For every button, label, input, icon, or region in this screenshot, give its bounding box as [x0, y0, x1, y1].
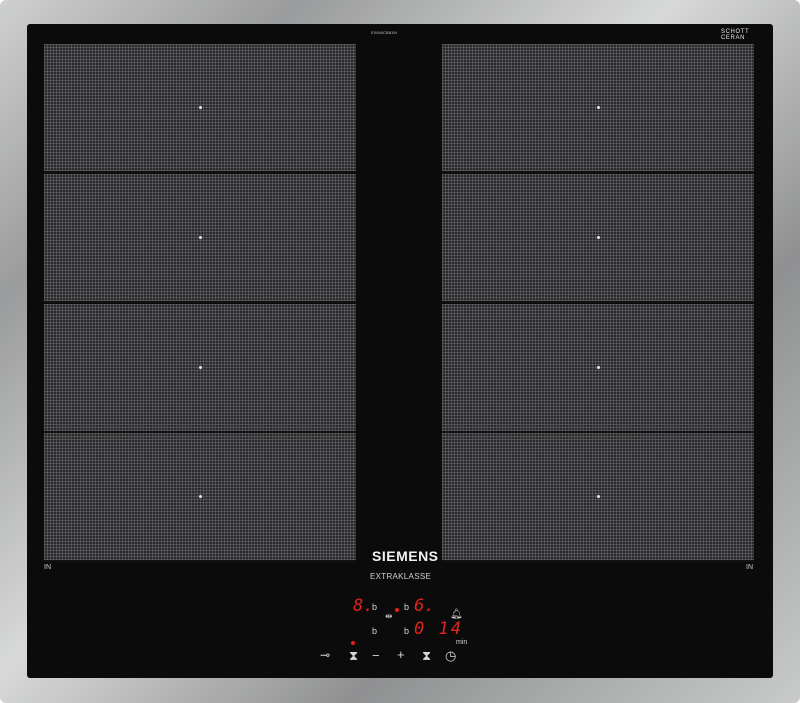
plus-button[interactable]: +: [397, 648, 405, 661]
cooking-zone-left-3[interactable]: [44, 304, 356, 433]
right-power-display: 6.: [414, 596, 435, 616]
cooking-zone-right-1[interactable]: [442, 44, 754, 173]
cooking-zone-right-3[interactable]: [442, 304, 754, 433]
booster-indicator-left-bottom: b: [372, 626, 378, 636]
right-induction-label: IN: [746, 564, 753, 571]
timer-unit-label: min: [456, 639, 468, 646]
cooking-zone-right-4[interactable]: [442, 433, 754, 562]
ceramic-glass-cooktop: EX645CBB1M SCHOTT CERAN Made with Schott…: [27, 24, 773, 678]
zone-left-led: [351, 641, 355, 645]
zone-center-mark: [199, 366, 202, 369]
timer-display: 0 14: [414, 619, 463, 639]
booster-indicator-left-top: b: [372, 602, 378, 612]
cooking-zone-left-2[interactable]: [44, 174, 356, 303]
zone-center-mark: [199, 236, 202, 239]
schott-ceran-logo: SCHOTT CERAN: [721, 29, 749, 41]
left-induction-label: IN: [44, 564, 51, 571]
key-lock-icon[interactable]: ⊸: [320, 649, 330, 662]
minus-button[interactable]: −: [372, 649, 380, 662]
cooking-zone-right-2[interactable]: [442, 174, 754, 303]
model-code: EX645CBB1M: [371, 30, 397, 35]
ceran-text: CERAN: [721, 35, 746, 41]
zone-center-mark: [597, 236, 600, 239]
zone-center-mark: [199, 106, 202, 109]
hourglass-zone-icon[interactable]: ⧗: [349, 649, 358, 662]
flex-combine-icon[interactable]: ⇹: [385, 610, 393, 623]
booster-indicator-right-bottom: b: [404, 626, 410, 636]
left-power-display: 8.: [353, 596, 374, 616]
clock-icon[interactable]: ◷: [445, 649, 456, 662]
cooking-zone-left-4[interactable]: [44, 433, 356, 562]
booster-indicator-right-top: b: [404, 602, 410, 612]
combine-led: [395, 608, 399, 612]
zone-center-mark: [597, 106, 600, 109]
zone-center-mark: [597, 366, 600, 369]
zone-center-mark: [199, 495, 202, 498]
brand-logo: SIEMENS: [372, 548, 439, 564]
series-label: EXTRAKLASSE: [370, 572, 432, 581]
cooking-zone-left-1[interactable]: [44, 44, 356, 173]
zone-center-mark: [597, 495, 600, 498]
hourglass-zone-icon[interactable]: ⧗: [422, 649, 431, 662]
